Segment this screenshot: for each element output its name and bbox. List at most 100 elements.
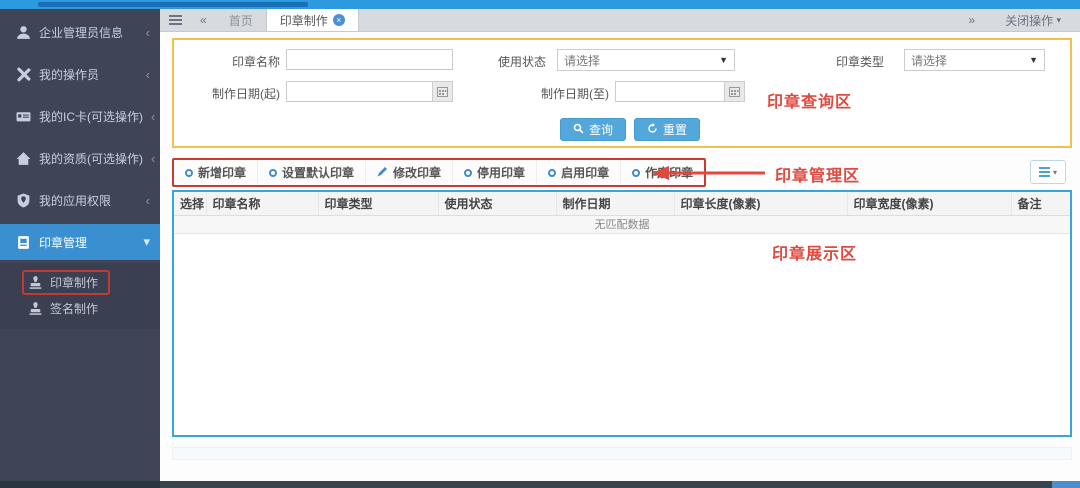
- caret-down-icon: ▼: [1029, 55, 1038, 65]
- reset-icon: [647, 122, 658, 137]
- sidebar-item-label: 我的操作员: [39, 67, 100, 82]
- toolbar-button-label: 启用印章: [561, 166, 610, 180]
- date-to-input[interactable]: [615, 81, 724, 102]
- column-header-seal-name[interactable]: 印章名称: [206, 192, 319, 216]
- hamburger-icon: [169, 19, 182, 21]
- add-seal-button[interactable]: 新增印章: [174, 160, 259, 185]
- column-header-seal-type[interactable]: 印章类型: [318, 192, 439, 216]
- taskbar-segment-blue: [1052, 481, 1080, 488]
- pencil-icon: [377, 166, 388, 180]
- column-header-seal-length[interactable]: 印章长度(像素): [674, 192, 848, 216]
- chevron-left-icon: ‹: [145, 66, 150, 82]
- query-button-label: 查询: [589, 123, 614, 137]
- tab-home[interactable]: 首页: [216, 9, 266, 31]
- column-header-usage-status[interactable]: 使用状态: [438, 192, 557, 216]
- seal-table: 选择 印章名称 印章类型 使用状态 制作日期 印章长度(像素) 印章宽度(像素)…: [174, 192, 1070, 216]
- sidebar-subitem-label: 印章制作: [50, 275, 99, 290]
- sidebar-item-label: 我的IC卡(可选操作): [39, 109, 143, 124]
- tab-seal-making[interactable]: 印章制作 ×: [265, 9, 359, 31]
- caret-down-icon: ▾: [1056, 14, 1061, 25]
- modify-seal-button[interactable]: 修改印章: [366, 160, 454, 185]
- date-to-field: [615, 81, 745, 102]
- select-value: 请选择: [911, 53, 948, 68]
- red-highlight-box: 印章制作: [22, 269, 111, 295]
- seal-type-select[interactable]: 请选择 ▼: [904, 49, 1045, 71]
- browser-header-remnant: [38, 2, 308, 7]
- close-operations-dropdown[interactable]: 关闭操作 ▾: [996, 12, 1070, 29]
- seal-book-icon: [16, 235, 31, 250]
- seal-management-submenu: 印章制作 签名制作: [0, 263, 160, 329]
- column-header-seal-width[interactable]: 印章宽度(像素): [847, 192, 1012, 216]
- table-header-row: 选择 印章名称 印章类型 使用状态 制作日期 印章长度(像素) 印章宽度(像素)…: [174, 192, 1070, 216]
- scroll-tabs-left-button[interactable]: «: [191, 9, 216, 31]
- seal-toolbar: 新增印章 设置默认印章 修改印章 停用印章 启用印章 作废印章: [172, 158, 707, 187]
- double-left-arrow-icon: «: [200, 13, 207, 27]
- toolbar-area-annotation: 印章管理区: [775, 168, 861, 185]
- circle-icon: [269, 168, 278, 177]
- browser-top-strip: [0, 0, 1080, 9]
- toolbar-button-label: 设置默认印章: [282, 166, 355, 180]
- column-header-make-date[interactable]: 制作日期: [556, 192, 675, 216]
- seal-search-panel: 印章名称 使用状态 请选择 ▼ 印章类型 请选择 ▼ 制作日期(起) 制作日期(…: [172, 38, 1072, 148]
- sidebar-item-label: 印章管理: [39, 235, 88, 250]
- column-settings-button[interactable]: ▾: [1030, 160, 1066, 184]
- calendar-icon[interactable]: [724, 81, 745, 102]
- display-area-annotation: 印章展示区: [772, 246, 858, 263]
- set-default-seal-button[interactable]: 设置默认印章: [258, 160, 367, 185]
- user-icon: [16, 25, 31, 40]
- select-value: 请选择: [564, 53, 601, 68]
- empty-data-message: 无匹配数据: [174, 215, 1070, 234]
- chevron-down-icon: ▾: [143, 234, 150, 249]
- disable-seal-button[interactable]: 停用印章: [453, 160, 538, 185]
- date-to-label: 制作日期(至): [541, 87, 609, 101]
- stamp-icon: [28, 301, 43, 316]
- scroll-tabs-right-button[interactable]: »: [959, 13, 984, 27]
- tab-bar: « 首页 印章制作 × » 关闭操作 ▾: [160, 9, 1080, 32]
- close-tab-icon[interactable]: ×: [332, 14, 345, 26]
- sidebar-item-ic-card[interactable]: 我的IC卡(可选操作) ‹: [0, 95, 160, 137]
- chevron-left-icon: ‹: [145, 24, 150, 40]
- sidebar-item-label: 我的资质(可选操作): [39, 151, 143, 166]
- enable-seal-button[interactable]: 启用印章: [537, 160, 622, 185]
- sidebar-subitem-signature-making[interactable]: 签名制作: [0, 295, 160, 321]
- sidebar-item-seal-management[interactable]: 印章管理 ▾: [0, 224, 160, 260]
- query-button[interactable]: 查询: [560, 118, 627, 141]
- double-right-arrow-icon: »: [968, 13, 976, 27]
- toolbar-button-label: 修改印章: [393, 166, 442, 180]
- seal-name-input[interactable]: [286, 49, 453, 70]
- caret-down-icon: ▾: [1052, 167, 1057, 177]
- date-from-input[interactable]: [286, 81, 432, 102]
- column-header-remarks[interactable]: 备注: [1011, 192, 1070, 216]
- seal-name-label: 印章名称: [231, 55, 280, 69]
- toolbar-button-label: 停用印章: [477, 166, 526, 180]
- sidebar-item-app-permissions[interactable]: 我的应用权限 ‹: [0, 179, 160, 221]
- circle-icon: [632, 168, 641, 177]
- id-card-icon: [16, 109, 31, 124]
- usage-status-select[interactable]: 请选择 ▼: [557, 49, 735, 71]
- sidebar-subitem-seal-making[interactable]: 印章制作: [0, 269, 160, 295]
- sidebar-item-label: 我的应用权限: [39, 193, 112, 208]
- usage-status-label: 使用状态: [497, 55, 546, 69]
- sidebar-item-qualifications[interactable]: 我的资质(可选操作) ‹: [0, 137, 160, 179]
- calendar-icon[interactable]: [432, 81, 453, 102]
- main-content: « 首页 印章制作 × » 关闭操作 ▾ 印章名称 使用状态 请选择 ▼ 印章类…: [160, 9, 1080, 481]
- sidebar-item-operators[interactable]: 我的操作员 ‹: [0, 53, 160, 95]
- close-operations-label: 关闭操作: [1005, 13, 1054, 28]
- tools-icon: [16, 67, 31, 82]
- home-icon: [16, 151, 31, 166]
- tab-label: 印章制作: [279, 13, 328, 28]
- pagination-bar: [172, 447, 1072, 460]
- tab-label: 首页: [228, 13, 253, 28]
- shield-icon: [16, 193, 31, 208]
- circle-icon: [464, 168, 473, 177]
- sidebar-item-label: 企业管理员信息: [39, 25, 124, 40]
- date-from-field: [286, 81, 453, 102]
- menu-toggle-button[interactable]: [160, 9, 191, 31]
- sidebar: 企业管理员信息 ‹ 我的操作员 ‹ 我的IC卡(可选操作) ‹ 我的资质(可选操…: [0, 9, 160, 481]
- taskbar-segment: [0, 481, 160, 488]
- reset-button[interactable]: 重置: [634, 118, 701, 141]
- column-header-select[interactable]: 选择: [174, 192, 207, 216]
- circle-icon: [185, 168, 193, 177]
- stamp-icon: [28, 275, 43, 290]
- sidebar-item-admin-info[interactable]: 企业管理员信息 ‹: [0, 11, 160, 53]
